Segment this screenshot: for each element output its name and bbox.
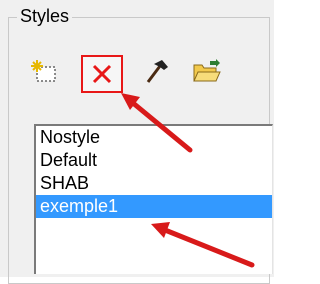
open-folder-icon: [192, 59, 222, 85]
delete-x-icon: [90, 62, 114, 86]
list-item[interactable]: Nostyle: [36, 126, 272, 149]
new-style-icon: [30, 59, 60, 85]
styles-list[interactable]: Nostyle Default SHAB exemple1: [34, 124, 273, 274]
open-style-button[interactable]: [188, 53, 226, 91]
list-item[interactable]: Default: [36, 149, 272, 172]
delete-style-button[interactable]: [81, 55, 123, 93]
edit-style-button[interactable]: [137, 53, 175, 91]
list-item[interactable]: SHAB: [36, 172, 272, 195]
styles-panel: Styles Nostyle Default SHAB exemple1: [0, 0, 274, 284]
list-item-selected[interactable]: exemple1: [36, 195, 272, 218]
hammer-icon: [142, 58, 170, 86]
group-title: Styles: [17, 5, 73, 27]
new-style-button[interactable]: [26, 53, 64, 91]
